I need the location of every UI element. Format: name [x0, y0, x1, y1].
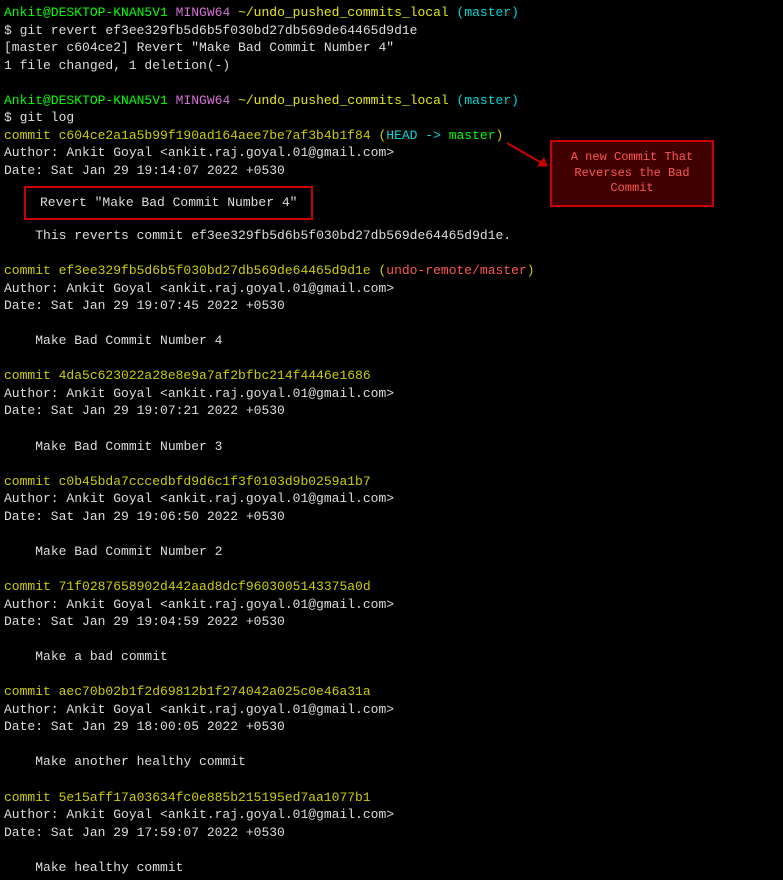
date-line: Date: Sat Jan 29 19:07:21 2022 +0530 [4, 402, 779, 420]
prompt-line: Ankit@DESKTOP-KNAN5V1 MINGW64 ~/undo_pus… [4, 4, 779, 22]
commit-message: Make healthy commit [4, 859, 779, 877]
commit-message: This reverts commit ef3ee329fb5d6b5f030b… [4, 227, 779, 245]
prompt-line: Ankit@DESKTOP-KNAN5V1 MINGW64 ~/undo_pus… [4, 92, 779, 110]
terminal-output[interactable]: Ankit@DESKTOP-KNAN5V1 MINGW64 ~/undo_pus… [4, 4, 779, 876]
author-line: Author: Ankit Goyal <ankit.raj.goyal.01@… [4, 280, 779, 298]
commit-header: commit 4da5c623022a28e8e9a7af2bfbc214f44… [4, 367, 779, 385]
commit-header: commit c0b45bda7cccedbfd9d6c1f3f0103d9b0… [4, 473, 779, 491]
author-line: Author: Ankit Goyal <ankit.raj.goyal.01@… [4, 596, 779, 614]
author-line: Author: Ankit Goyal <ankit.raj.goyal.01@… [4, 701, 779, 719]
date-line: Date: Sat Jan 29 18:00:05 2022 +0530 [4, 718, 779, 736]
command-line: $ git log [4, 109, 779, 127]
commit-message: Make a bad commit [4, 648, 779, 666]
author-line: Author: Ankit Goyal <ankit.raj.goyal.01@… [4, 490, 779, 508]
author-line: Author: Ankit Goyal <ankit.raj.goyal.01@… [4, 385, 779, 403]
output-line: [master c604ce2] Revert "Make Bad Commit… [4, 39, 779, 57]
annotation-callout: A new Commit That Reverses the Bad Commi… [550, 140, 714, 207]
commit-header: commit 5e15aff17a03634fc0e885b215195ed7a… [4, 789, 779, 807]
date-line: Date: Sat Jan 29 19:04:59 2022 +0530 [4, 613, 779, 631]
commit-header: commit ef3ee329fb5d6b5f030bd27db569de644… [4, 262, 779, 280]
output-line: 1 file changed, 1 deletion(-) [4, 57, 779, 75]
commit-message: Make Bad Commit Number 4 [4, 332, 779, 350]
commit-header: commit 71f0287658902d442aad8dcf960300514… [4, 578, 779, 596]
author-line: Author: Ankit Goyal <ankit.raj.goyal.01@… [4, 806, 779, 824]
date-line: Date: Sat Jan 29 19:06:50 2022 +0530 [4, 508, 779, 526]
commit-message: Make another healthy commit [4, 753, 779, 771]
commit-message: Make Bad Commit Number 2 [4, 543, 779, 561]
highlight-revert-message: Revert "Make Bad Commit Number 4" [24, 186, 313, 220]
date-line: Date: Sat Jan 29 17:59:07 2022 +0530 [4, 824, 779, 842]
commit-message: Make Bad Commit Number 3 [4, 438, 779, 456]
command-line: $ git revert ef3ee329fb5d6b5f030bd27db56… [4, 22, 779, 40]
commit-header: commit aec70b02b1f2d69812b1f274042a025c0… [4, 683, 779, 701]
date-line: Date: Sat Jan 29 19:07:45 2022 +0530 [4, 297, 779, 315]
